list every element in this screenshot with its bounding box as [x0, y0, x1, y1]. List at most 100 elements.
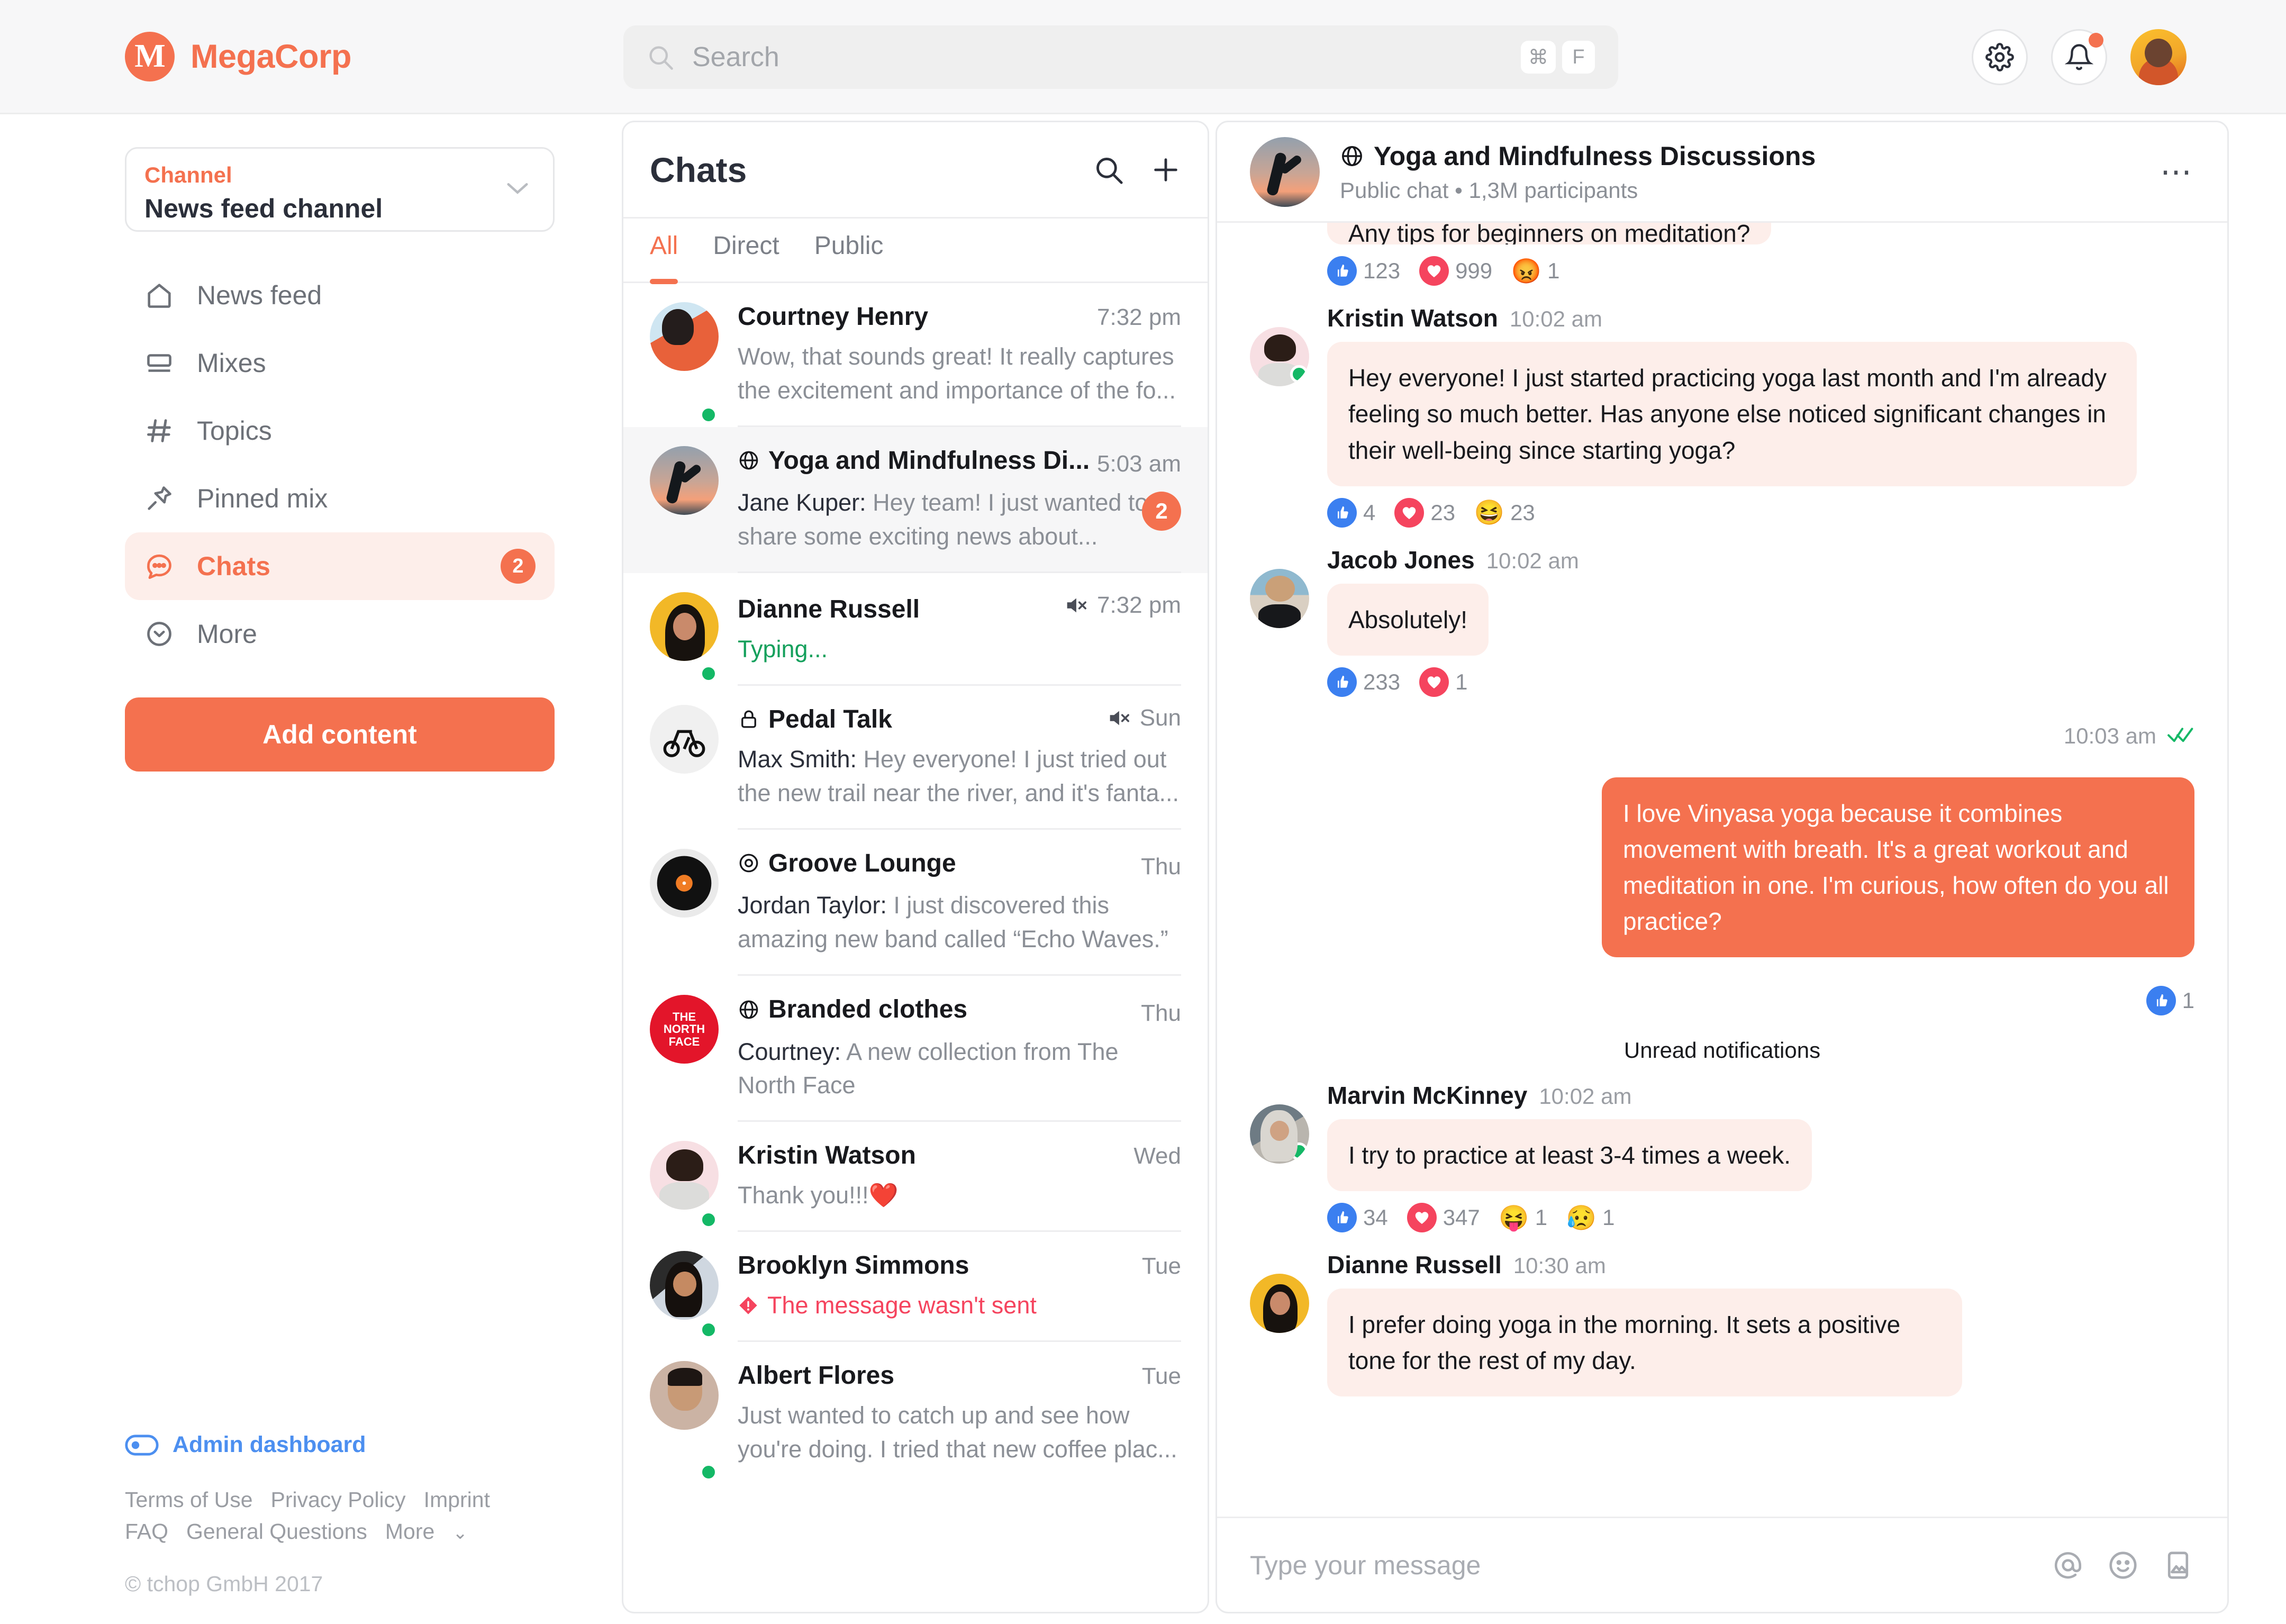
- reaction-love[interactable]: 1: [1419, 667, 1467, 697]
- avatar: [650, 1361, 719, 1484]
- sidebar-item-news-feed[interactable]: News feed: [125, 261, 555, 329]
- avatar: [650, 704, 719, 830]
- reaction-laugh[interactable]: 😆 23: [1474, 498, 1535, 528]
- toggle-icon: [125, 1435, 159, 1456]
- ellipsis-icon[interactable]: ⋯: [2160, 156, 2194, 187]
- conversation-titles: Yoga and Mindfulness Discussions Public …: [1340, 141, 1816, 203]
- image-icon[interactable]: [2162, 1549, 2194, 1582]
- chat-item-time: Wed: [1133, 1143, 1181, 1169]
- notifications-button[interactable]: [2051, 29, 2107, 85]
- message-list[interactable]: Any tips for beginners on meditation? 12…: [1217, 223, 2227, 1517]
- link-imprint[interactable]: Imprint: [424, 1487, 490, 1512]
- sidebar-item-mixes[interactable]: Mixes: [125, 329, 555, 397]
- conversation-title: Yoga and Mindfulness Discussions: [1340, 141, 1816, 171]
- tab-public[interactable]: Public: [814, 231, 884, 283]
- channel-value: News feed channel: [144, 194, 383, 223]
- message-item: Any tips for beginners on meditation? 12…: [1250, 223, 2194, 286]
- chat-list-item[interactable]: Brooklyn Simmons Tue The message wasn't …: [623, 1232, 1208, 1342]
- chat-item-name: Kristin Watson: [738, 1141, 916, 1170]
- heart-icon: [1419, 667, 1449, 697]
- emoji-icon[interactable]: [2107, 1549, 2139, 1582]
- laughing-face-icon: 😆: [1474, 498, 1504, 527]
- message-reactions: 4 23 😆 23: [1327, 497, 2137, 528]
- chat-list-item[interactable]: Groove Lounge Thu Jordan Taylor: I just …: [623, 830, 1208, 976]
- chat-list-item[interactable]: Pedal Talk Sun Max Smith: Hey everyone! …: [623, 686, 1208, 830]
- tab-all[interactable]: All: [650, 231, 678, 284]
- tab-direct[interactable]: Direct: [713, 231, 779, 283]
- add-chat-icon[interactable]: [1150, 155, 1181, 185]
- reaction-like[interactable]: 1: [2146, 986, 2194, 1016]
- main-body: Channel News feed channel News feed Mixe…: [0, 114, 2286, 1624]
- mention-icon[interactable]: [2052, 1549, 2084, 1582]
- reaction-tongue[interactable]: 😝 1: [1499, 1203, 1547, 1232]
- brand-mark-icon: M: [125, 31, 175, 81]
- online-indicator: [700, 1211, 718, 1229]
- reaction-like[interactable]: 233: [1327, 667, 1400, 697]
- reaction-love[interactable]: 23: [1394, 497, 1455, 528]
- sidebar-item-label: News feed: [197, 280, 322, 310]
- unread-badge: 2: [1142, 491, 1181, 531]
- reaction-sad[interactable]: 😥 1: [1566, 1203, 1615, 1232]
- chat-item-sender: Jane Kuper:: [738, 489, 873, 516]
- chat-list-item[interactable]: Yoga and Mindfulness Di... 5:03 am Jane …: [623, 427, 1208, 574]
- chat-bubble-icon: [144, 551, 175, 582]
- search-input[interactable]: [692, 41, 1521, 73]
- message-bubble: Any tips for beginners on meditation?: [1327, 223, 1772, 245]
- search-icon[interactable]: [1093, 155, 1124, 185]
- shortcut-key-cmd: ⌘: [1521, 41, 1556, 74]
- sidebar-item-topics[interactable]: Topics: [125, 397, 555, 465]
- chat-item-name: Groove Lounge: [738, 849, 956, 878]
- link-general-questions[interactable]: General Questions: [186, 1519, 367, 1544]
- sidebar-item-more[interactable]: More: [125, 600, 555, 668]
- conversation-panel: Yoga and Mindfulness Discussions Public …: [1215, 121, 2229, 1613]
- chat-list-item[interactable]: Albert Flores Tue Just wanted to catch u…: [623, 1342, 1208, 1484]
- message-bubble: Absolutely!: [1327, 583, 1489, 656]
- gear-icon: [1985, 43, 2014, 71]
- reaction-love[interactable]: 999: [1419, 256, 1492, 286]
- sidebar-nav: News feed Mixes Topics Pinned mix Chats …: [125, 261, 555, 668]
- message-input[interactable]: [1250, 1549, 2029, 1581]
- chat-list-scroll[interactable]: Courtney Henry 7:32 pm Wow, that sounds …: [623, 283, 1208, 1612]
- heart-icon: [1419, 256, 1449, 286]
- avatar: [1250, 1104, 1309, 1164]
- chat-list-item[interactable]: Kristin Watson Wed Thank you!!!❤️: [623, 1122, 1208, 1232]
- thumbs-up-icon: [1327, 256, 1357, 286]
- chevron-down-icon: [507, 183, 528, 194]
- more-chevron-icon: ⌄: [452, 1522, 468, 1543]
- brand-name: MegaCorp: [190, 38, 352, 75]
- channel-selector[interactable]: Channel News feed channel: [125, 147, 555, 232]
- sidebar-item-chats[interactable]: Chats 2: [125, 532, 555, 600]
- search-bar[interactable]: ⌘ F: [623, 25, 1618, 89]
- reaction-like[interactable]: 4: [1327, 497, 1375, 528]
- user-avatar[interactable]: [2130, 29, 2187, 85]
- sidebar-item-pinned-mix[interactable]: Pinned mix: [125, 465, 555, 532]
- link-terms-of-use[interactable]: Terms of Use: [125, 1487, 253, 1512]
- avatar: [650, 592, 719, 686]
- chat-item-name: Yoga and Mindfulness Di...: [738, 446, 1088, 475]
- reaction-love[interactable]: 347: [1407, 1203, 1480, 1233]
- online-indicator: [1290, 365, 1308, 384]
- chevron-down-circle-icon: [144, 619, 175, 649]
- link-faq[interactable]: FAQ: [125, 1519, 168, 1544]
- message-item: Jacob Jones 10:02 am Absolutely! 233 1: [1250, 546, 2194, 697]
- chat-list-item[interactable]: Dianne Russell 7:32 pm Typing...: [623, 573, 1208, 686]
- message-composer: [1217, 1517, 2227, 1612]
- chat-item-time: 7:32 pm: [1097, 304, 1181, 330]
- admin-dashboard-link[interactable]: Admin dashboard: [125, 1432, 601, 1458]
- add-content-button[interactable]: Add content: [125, 697, 555, 772]
- settings-button[interactable]: [1972, 29, 2028, 85]
- shortcut-key-f: F: [1562, 41, 1595, 74]
- reaction-like[interactable]: 123: [1327, 256, 1400, 286]
- conversation-subtitle: Public chat • 1,3M participants: [1340, 177, 1638, 203]
- link-privacy-policy[interactable]: Privacy Policy: [271, 1487, 406, 1512]
- reaction-like[interactable]: 34: [1327, 1203, 1388, 1233]
- link-more[interactable]: More: [385, 1519, 434, 1544]
- sad-face-icon: 😥: [1566, 1203, 1596, 1231]
- online-indicator: [700, 405, 718, 424]
- chat-list-item[interactable]: THE NORTH FACE Branded clothes Thu Courtne…: [623, 976, 1208, 1122]
- reaction-angry[interactable]: 😡 1: [1511, 256, 1560, 286]
- message-bubble: Hey everyone! I just started practicing …: [1327, 342, 2137, 486]
- avatar: [1250, 327, 1309, 387]
- brand-logo[interactable]: M MegaCorp: [125, 31, 352, 81]
- chat-list-item[interactable]: Courtney Henry 7:32 pm Wow, that sounds …: [623, 283, 1208, 427]
